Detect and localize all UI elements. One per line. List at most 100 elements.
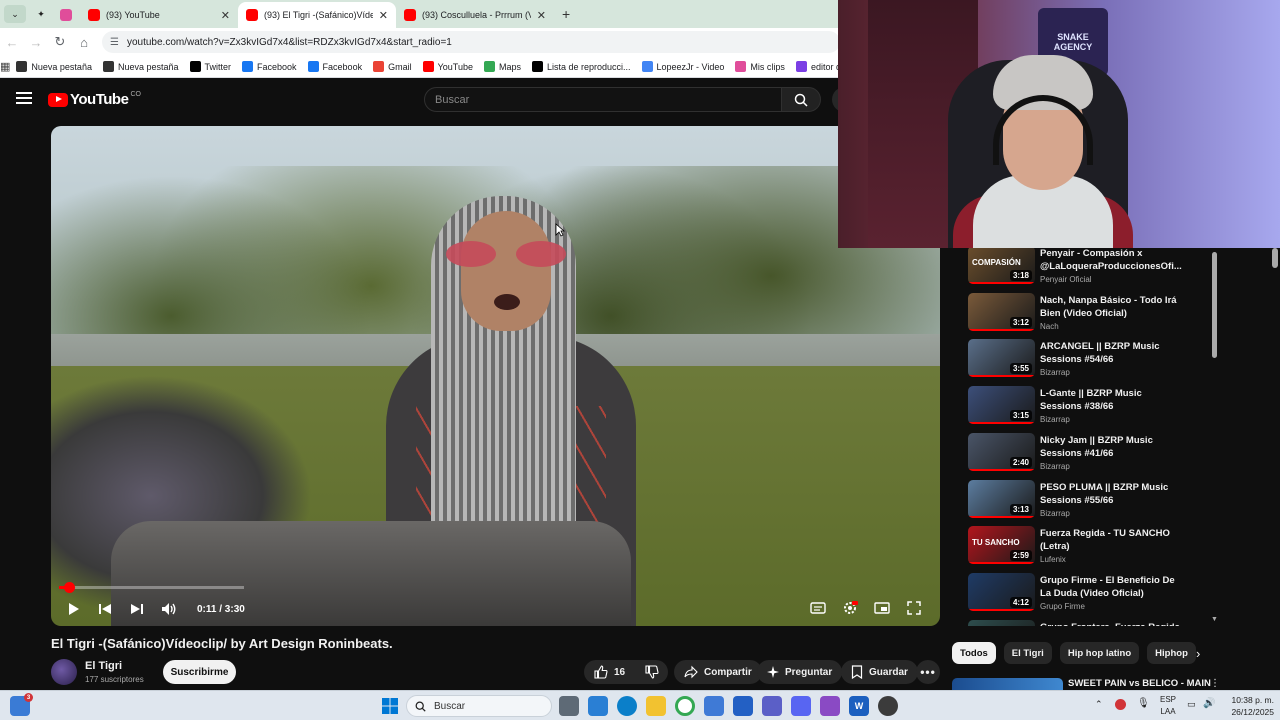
filter-chip[interactable]: Todos [952,642,996,664]
recommendation-item[interactable]: COMPASIÓN 3:18 Penyair - Compasión x @LaLo… [966,248,1210,291]
like-button[interactable]: 16 [584,660,635,684]
store-icon[interactable] [704,696,724,716]
recommendation-title[interactable]: ARCANGEL || BZRP Music Sessions #54/66 [1040,340,1180,366]
recording-app-icon[interactable] [878,696,898,716]
fullscreen-button[interactable] [898,594,930,622]
sidebar-scrollbar[interactable]: ▼ [1210,248,1218,626]
home-icon[interactable]: ⌂ [72,35,96,50]
obs-icon[interactable] [820,696,840,716]
share-button[interactable]: Compartir [674,660,762,684]
taskbar-clock[interactable]: 10:38 p. m. 26/12/2025 [1222,694,1274,718]
play-button[interactable] [57,595,89,623]
word-icon[interactable]: W [849,696,869,716]
youtube-logo[interactable]: YouTube CO [48,91,141,108]
discord-icon[interactable] [791,696,811,716]
next-thumbnail[interactable] [952,678,1063,690]
channel-avatar[interactable] [51,659,77,685]
new-tab-icon[interactable]: + [562,6,570,22]
more-actions-button[interactable]: ••• [916,660,940,684]
scrubber-handle[interactable] [63,582,75,593]
mail-icon[interactable] [733,696,753,716]
recommendation-title[interactable]: L-Gante || BZRP Music Sessions #38/66 [1040,387,1180,413]
bookmark-item[interactable]: Nueva pestaña [102,61,179,72]
widgets-icon[interactable]: 3 [10,693,33,716]
settings-button[interactable] [834,594,866,622]
bookmark-item[interactable]: LopeezJr - Video [641,61,724,72]
miniplayer-button[interactable] [866,594,898,622]
task-view-icon[interactable] [559,696,579,716]
forward-arrow-icon[interactable]: → [24,35,48,50]
copilot-icon[interactable] [588,696,608,716]
close-tab-icon[interactable]: ✕ [537,9,546,22]
tab-cosculluela[interactable]: (93) Cosculluela - Prrrum (Vídeo ✕ [396,2,554,28]
recommendation-item[interactable]: Grupo Frontera, Fuerza Regida [966,620,1210,626]
subtitles-button[interactable] [802,594,834,622]
recommendation-item[interactable]: 3:13 PESO PLUMA || BZRP Music Sessions #5… [966,480,1210,525]
url-field[interactable]: ☰ youtube.com/watch?v=Zx3kvIGd7x4&list=R… [102,31,840,53]
filter-chip[interactable]: Hip hop latino [1059,642,1140,664]
bookmark-item[interactable]: Maps [483,61,521,72]
filter-chip[interactable]: Hiphop [1147,642,1196,664]
recommendation-item[interactable]: 4:12 Grupo Firme - El Beneficio De La Dud… [966,573,1210,618]
recommendation-channel[interactable]: Penyair Oficial [1040,275,1092,284]
bookmark-item[interactable]: Gmail [373,61,412,72]
next-recommendation[interactable]: SWEET PAIN vs BELICO - MAIN ⋮ [952,678,1220,690]
save-button[interactable]: Guardar [841,660,918,684]
chevron-right-icon[interactable]: › [1196,646,1200,661]
previous-button[interactable] [89,595,121,623]
windows-start-icon[interactable] [380,696,400,716]
dislike-button[interactable] [635,660,669,684]
recommendation-title[interactable]: Grupo Firme - El Beneficio De La Duda (V… [1040,574,1180,600]
bookmark-item[interactable]: Facebook [307,61,362,72]
progress-bar[interactable] [59,582,244,593]
video-thumbnail[interactable]: 2:40 [968,433,1035,471]
more-vertical-icon[interactable]: ⋮ [1210,678,1220,689]
video-thumbnail[interactable]: COMPASIÓN 3:18 [968,248,1035,284]
video-player[interactable]: 0:11 / 3:30 [51,126,940,626]
recommendation-title[interactable]: Nach, Nanpa Básico - Todo Irá Bien (Vide… [1040,294,1180,320]
taskbar-search-input[interactable]: Buscar [406,695,552,717]
scroll-down-arrow-icon[interactable]: ▼ [1211,616,1218,623]
video-thumbnail[interactable]: 3:13 [968,480,1035,518]
site-info-icon[interactable]: ☰ [110,37,119,48]
recommendation-channel[interactable]: Bizarrap [1040,462,1070,471]
bookmark-item[interactable]: Twitter [189,61,231,72]
recommendation-channel[interactable]: Bizarrap [1040,509,1070,518]
close-tab-icon[interactable]: ✕ [221,9,230,22]
bookmark-item[interactable]: Facebook [242,61,297,72]
video-thumbnail[interactable]: 3:15 [968,386,1035,424]
video-thumbnail[interactable]: 3:12 [968,293,1035,331]
bookmark-item[interactable]: Lista de reproducci... [531,61,631,72]
recommendation-channel[interactable]: Nach [1040,322,1059,331]
tray-app-icon[interactable] [1115,699,1126,710]
file-explorer-icon[interactable] [646,696,666,716]
pinned-tab[interactable] [52,2,80,28]
volume-button[interactable] [153,595,185,623]
bookmark-item[interactable]: YouTube [422,61,473,72]
network-icon[interactable]: ▭ [1187,699,1196,710]
recommendation-item[interactable]: 2:40 Nicky Jam || BZRP Music Sessions #41… [966,433,1210,478]
recommendation-title[interactable]: Penyair - Compasión x @LaLoqueraProducci… [1040,248,1182,273]
bookmark-item[interactable]: Mis clips [735,61,785,72]
close-tab-icon[interactable]: ✕ [379,9,388,22]
sidebar-scroll-thumb[interactable] [1212,252,1217,358]
recommendation-item[interactable]: 3:55 ARCANGEL || BZRP Music Sessions #54/… [966,339,1210,384]
microphone-icon[interactable]: 🎙 [1137,698,1150,709]
chrome-icon[interactable] [675,696,695,716]
tab-youtube[interactable]: (93) YouTube ✕ [80,2,238,28]
recommendation-item[interactable]: TU SANCHO 2:59 Fuerza Regida - TU SANCHO (… [966,526,1210,571]
search-button[interactable] [781,87,821,112]
back-arrow-icon[interactable]: ← [0,35,24,50]
recommendation-channel[interactable]: Bizarrap [1040,368,1070,377]
subscribe-button[interactable]: Suscribirme [163,660,236,684]
language-indicator[interactable]: ESP LAA [1160,694,1176,718]
next-button[interactable] [121,595,153,623]
edge-icon[interactable] [617,696,637,716]
speaker-icon[interactable]: 🔊 [1203,698,1215,709]
recommendation-title[interactable]: Fuerza Regida - TU SANCHO (Letra) [1040,527,1180,553]
tab-search-chevron-icon[interactable]: ⌄ [4,5,26,23]
recommendation-item[interactable]: 3:15 L-Gante || BZRP Music Sessions #38/6… [966,386,1210,431]
filter-chip[interactable]: El Tigri [1003,642,1052,664]
pinned-tab-icon[interactable]: ✦ [30,5,52,23]
recommendation-channel[interactable]: Grupo Firme [1040,602,1085,611]
